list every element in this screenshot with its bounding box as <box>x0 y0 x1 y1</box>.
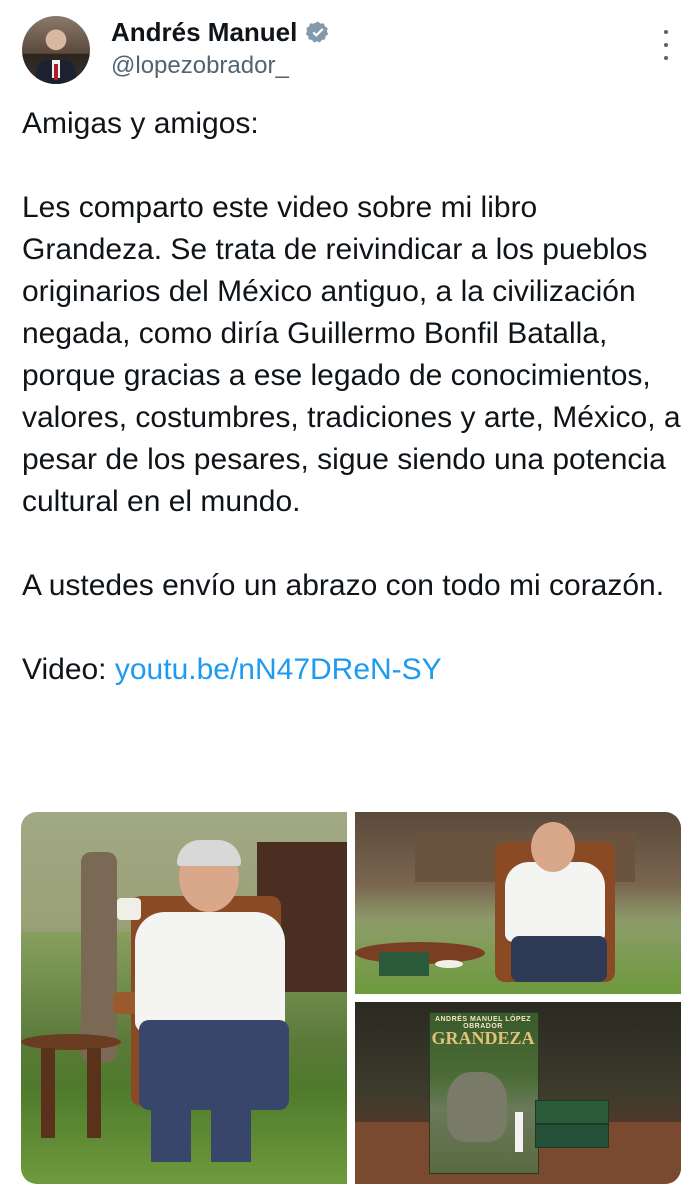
tweet-paragraph: A ustedes envío un abrazo con todo mi co… <box>22 569 665 602</box>
photo-man-in-chair-with-books[interactable] <box>355 812 681 994</box>
video-label: Video: <box>22 653 115 686</box>
author-display-name[interactable]: Andrés Manuel <box>111 17 297 48</box>
tweet-text: Amigas y amigos: Les comparto este video… <box>22 103 682 691</box>
video-line: Video: youtu.be/nN47DReN-SY <box>22 649 682 691</box>
more-dot <box>664 43 668 47</box>
media-grid: ANDRÉS MANUEL LÓPEZ OBRADOR GRANDEZA <box>21 812 681 1184</box>
author-handle[interactable]: @lopezobrador_ <box>111 52 289 80</box>
avatar-tie <box>54 64 58 80</box>
tweet-paragraph: Les comparto este video sobre mi libro G… <box>22 191 681 518</box>
more-dot <box>664 56 668 60</box>
more-vertical-icon[interactable] <box>658 30 674 60</box>
verified-badge-icon <box>306 21 329 43</box>
more-dot <box>664 30 668 34</box>
video-link[interactable]: youtu.be/nN47DReN-SY <box>115 653 442 686</box>
photo-grandeza-book[interactable]: ANDRÉS MANUEL LÓPEZ OBRADOR GRANDEZA <box>355 1002 681 1184</box>
tweet-paragraph: Amigas y amigos: <box>22 107 259 140</box>
book-title: GRANDEZA <box>431 1028 535 1048</box>
author-name[interactable]: Andrés Manuel <box>111 17 331 48</box>
photo-man-sitting-with-cup[interactable] <box>21 812 347 1184</box>
avatar[interactable] <box>22 16 90 84</box>
